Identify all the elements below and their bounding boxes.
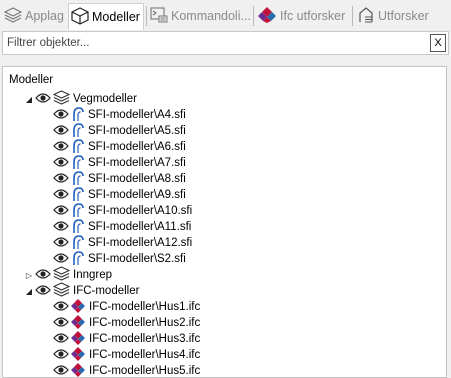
tab-utforsker[interactable]: Utforsker (357, 3, 429, 29)
tree-item-label: IFC-modeller\Hus5.ifc (89, 365, 201, 377)
tree-item-label: SFI-modeller\A4.sfi (88, 109, 186, 121)
tab-utforsker-label: Utforsker (378, 9, 429, 23)
filter-input[interactable] (3, 32, 423, 54)
ifc-icon (70, 362, 86, 378)
eye-icon[interactable] (53, 236, 69, 251)
tab-applag[interactable]: Applag (3, 3, 64, 29)
layers-icon (3, 6, 23, 26)
tree-item-label: IFC-modeller\Hus4.ifc (89, 349, 201, 361)
tree-root[interactable]: Modeller (9, 72, 53, 88)
tab-ifc-utforsker[interactable]: Ifc utforsker (257, 3, 345, 29)
tree-root-label: Modeller (9, 74, 54, 86)
cube-icon (71, 6, 89, 28)
tab-separator (352, 6, 353, 26)
tree-item-label: SFI-modeller\A5.sfi (88, 125, 186, 137)
command-line-icon (150, 6, 168, 26)
tab-kommandolinje[interactable]: Kommandoli... (150, 3, 251, 29)
tree-item-label: SFI-modeller\A7.sfi (88, 157, 186, 169)
tree-item-label: IFC-modeller\Hus3.ifc (89, 333, 201, 345)
tree-group-inngrep[interactable]: ▷ Inngrep (23, 266, 113, 283)
road-model-icon (71, 250, 85, 269)
tab-modeller[interactable]: Modeller (68, 3, 144, 30)
eye-icon[interactable] (53, 364, 69, 378)
tree-group-label: Vegmodeller (73, 93, 137, 105)
eye-icon[interactable] (53, 156, 69, 171)
eye-icon[interactable] (53, 348, 69, 363)
explorer-icon (357, 6, 375, 27)
tab-kommandolinje-label: Kommandoli... (171, 9, 251, 23)
eye-icon[interactable] (53, 220, 69, 235)
eye-icon[interactable] (53, 252, 69, 267)
tree-item-label: IFC-modeller\Hus1.ifc (89, 301, 201, 313)
layers-icon (52, 90, 71, 108)
tree-item-label: SFI-modeller\A8.sfi (88, 173, 186, 185)
eye-icon[interactable] (53, 204, 69, 219)
filter-bar: X (2, 31, 449, 55)
ifc-icon (257, 6, 277, 27)
eye-icon[interactable] (53, 108, 69, 123)
eye-icon[interactable] (35, 92, 51, 107)
tree-item-label: SFI-modeller\A6.sfi (88, 141, 186, 153)
clear-filter-button[interactable]: X (430, 34, 446, 52)
model-tree[interactable]: Modeller ◢ Vegmodeller SFI-modeller\A4.s… (2, 66, 447, 378)
expand-arrow-icon[interactable]: ▷ (23, 271, 35, 280)
eye-icon[interactable] (35, 268, 51, 283)
tree-item-label: SFI-modeller\A11.sfi (88, 221, 192, 233)
tree-item-sfi[interactable]: SFI-modeller\S2.sfi (53, 250, 186, 269)
tree-item-ifc[interactable]: IFC-modeller\Hus5.ifc (53, 362, 201, 378)
tree-item-label: SFI-modeller\A10.sfi (88, 205, 193, 217)
tab-separator (146, 6, 147, 26)
eye-icon[interactable] (53, 140, 69, 155)
tab-strip: Applag Modeller Kommandoli... Ifc utfors… (0, 0, 451, 30)
eye-icon[interactable] (53, 124, 69, 139)
tree-group-label: IFC-modeller (73, 285, 140, 297)
tree-item-label: IFC-modeller\Hus2.ifc (89, 317, 201, 329)
eye-icon[interactable] (53, 300, 69, 315)
layers-icon (52, 282, 71, 300)
tab-separator (253, 6, 254, 26)
eye-icon[interactable] (53, 316, 69, 331)
tree-item-label: SFI-modeller\A9.sfi (88, 189, 186, 201)
tab-applag-label: Applag (25, 9, 64, 23)
tree-item-label: SFI-modeller\A12.sfi (88, 237, 193, 249)
tree-group-label: Inngrep (73, 269, 113, 281)
tab-modeller-label: Modeller (92, 10, 140, 24)
eye-icon[interactable] (53, 188, 69, 203)
eye-icon[interactable] (53, 332, 69, 347)
collapse-arrow-icon[interactable]: ◢ (23, 287, 35, 296)
collapse-arrow-icon[interactable]: ◢ (23, 95, 35, 104)
eye-icon[interactable] (53, 172, 69, 187)
tree-item-label: SFI-modeller\S2.sfi (88, 253, 186, 265)
tab-ifc-utforsker-label: Ifc utforsker (280, 9, 346, 23)
eye-icon[interactable] (35, 284, 51, 299)
